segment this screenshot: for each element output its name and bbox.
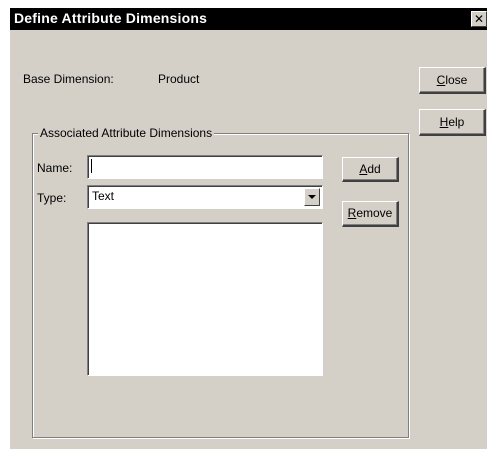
title-bar[interactable]: Define Attribute Dimensions ✕ <box>10 8 487 30</box>
add-button[interactable]: Add <box>342 157 399 182</box>
dropdown-button[interactable] <box>304 188 320 206</box>
add-button-label: dd <box>367 162 381 176</box>
type-select[interactable]: Text <box>87 185 323 209</box>
chevron-down-icon <box>308 195 316 199</box>
define-attribute-dimensions-dialog: Define Attribute Dimensions ✕ Base Dimen… <box>10 8 487 449</box>
help-button[interactable]: Help <box>419 109 486 136</box>
remove-button-accel: R <box>347 206 357 220</box>
close-icon[interactable]: ✕ <box>471 11 487 27</box>
remove-button[interactable]: Remove <box>342 201 399 227</box>
close-button-label: lose <box>445 73 468 87</box>
close-button[interactable]: Close <box>419 67 486 94</box>
help-button-label: elp <box>448 115 465 129</box>
name-input[interactable] <box>87 155 323 179</box>
base-dimension-value: Product <box>158 72 200 86</box>
group-legend: Associated Attribute Dimensions <box>38 126 215 140</box>
remove-button-label: emove <box>356 206 393 220</box>
attribute-dimensions-list[interactable] <box>87 222 323 376</box>
text-cursor <box>91 159 92 173</box>
dialog-title: Define Attribute Dimensions <box>14 10 208 26</box>
base-dimension-label: Base Dimension: <box>23 72 114 86</box>
name-label: Name: <box>37 161 73 175</box>
type-label: Type: <box>37 191 67 205</box>
type-select-value: Text <box>92 189 115 203</box>
